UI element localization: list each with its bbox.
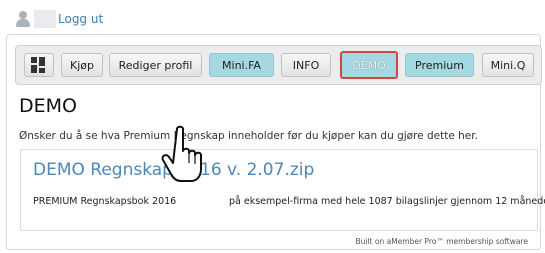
grid-menu-button[interactable] bbox=[24, 53, 54, 77]
nav-mini-q-button[interactable]: Mini.Q bbox=[482, 53, 534, 77]
page-title: DEMO bbox=[19, 95, 77, 117]
nav-bar: Kjøp Rediger profil Mini.FA INFO DEMO Pr… bbox=[15, 45, 542, 85]
nav-kjop-button[interactable]: Kjøp bbox=[61, 53, 103, 77]
footer-credit: Built on aMember Pro™ membership softwar… bbox=[355, 237, 528, 246]
nav-demo-button[interactable]: DEMO bbox=[340, 51, 398, 79]
hand-pointer-icon bbox=[161, 125, 202, 182]
nav-mini-fa-button[interactable]: Mini.FA bbox=[209, 53, 274, 77]
intro-text: Ønsker du å se hva Premium Regnskap inne… bbox=[19, 130, 478, 142]
logout-link[interactable]: Logg ut bbox=[58, 12, 103, 26]
user-bar: Logg ut bbox=[16, 8, 103, 30]
content-frame: Kjøp Rediger profil Mini.FA INFO DEMO Pr… bbox=[6, 34, 545, 250]
file-description-start: PREMIUM Regnskapsbok 2016 bbox=[33, 196, 177, 207]
user-icon bbox=[16, 11, 30, 27]
nav-info-button[interactable]: INFO bbox=[281, 53, 331, 77]
file-description-end: på eksempel-firma med hele 1087 bilagsli… bbox=[229, 196, 545, 207]
username-redacted bbox=[34, 10, 56, 28]
grid-icon bbox=[31, 57, 47, 73]
file-card: DEMO Regnskap 2016 v. 2.07.zip PREMIUM R… bbox=[20, 149, 545, 231]
nav-premium-button[interactable]: Premium bbox=[405, 53, 474, 77]
nav-rediger-profil-button[interactable]: Rediger profil bbox=[109, 53, 202, 77]
